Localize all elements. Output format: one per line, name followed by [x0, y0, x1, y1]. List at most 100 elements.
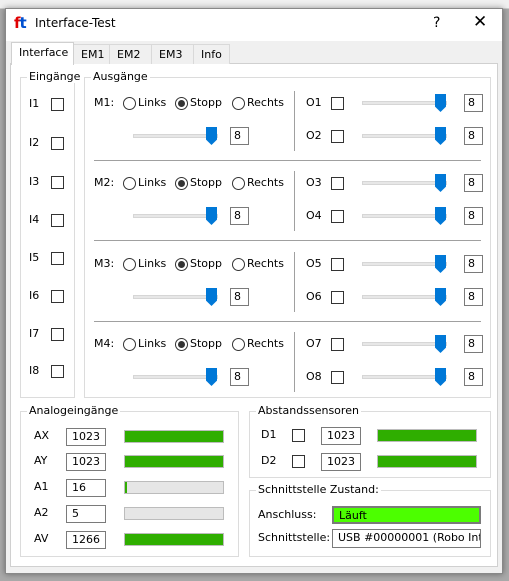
radio-label: Stopp [190, 257, 222, 270]
output-o1-slider-value[interactable]: 8 [464, 94, 483, 112]
input-checkbox-i5[interactable] [51, 252, 64, 265]
tab-em1[interactable]: EM1 [73, 44, 110, 64]
analog-label: A1 [34, 480, 49, 493]
motor-2-radio-stopp[interactable] [175, 177, 188, 190]
output-o1-slider-track [362, 101, 447, 105]
output-checkbox-o2[interactable] [331, 130, 344, 143]
analog-group-title: Analogeingänge [27, 404, 121, 417]
output-checkbox-o3[interactable] [331, 177, 344, 190]
tab-em3[interactable]: EM3 [151, 44, 194, 64]
output-label: O7 [306, 337, 322, 350]
vertical-separator [294, 332, 295, 392]
output-o7-slider-value[interactable]: 8 [464, 335, 483, 353]
motor-3-radio-links[interactable] [123, 258, 136, 271]
output-label: O3 [306, 176, 322, 189]
input-checkbox-i1[interactable] [51, 98, 64, 111]
output-checkbox-o7[interactable] [331, 338, 344, 351]
distance-group-title: Abstandssensoren [256, 404, 361, 417]
distance-checkbox-d2[interactable] [292, 455, 305, 468]
status-group-title: Schnittstelle Zustand: [256, 483, 381, 496]
dialog-window: ft Interface-Test ? ✕ Eingänge I1 I2 I3 I4 I5… [5, 8, 503, 574]
output-checkbox-o6[interactable] [331, 291, 344, 304]
analog-value-a2: 5 [66, 505, 106, 523]
analog-bar-a1 [124, 481, 224, 494]
radio-label: Links [138, 337, 167, 350]
input-checkbox-i6[interactable] [51, 290, 64, 303]
interface-label: Schnittstelle: [258, 531, 331, 544]
motor-3-speed-slider-value[interactable]: 8 [230, 288, 249, 306]
output-o4-slider-value[interactable]: 8 [464, 207, 483, 225]
interface-field: USB #00000001 (Robo Interface) [332, 529, 481, 548]
output-o3-slider-value[interactable]: 8 [464, 174, 483, 192]
analog-label: AV [34, 532, 49, 545]
distance-label: D2 [261, 454, 277, 467]
motor-4-radio-links[interactable] [123, 338, 136, 351]
radio-label: Stopp [190, 96, 222, 109]
input-checkbox-i7[interactable] [51, 328, 64, 341]
radio-label: Rechts [247, 257, 284, 270]
motor-1-radio-stopp[interactable] [175, 97, 188, 110]
bar-fill [125, 431, 223, 442]
output-o2-slider-value[interactable]: 8 [464, 127, 483, 145]
vertical-separator [294, 252, 295, 312]
analog-value-ax: 1023 [66, 428, 106, 446]
output-label: O8 [306, 370, 322, 383]
tab-em2[interactable]: EM2 [109, 44, 152, 64]
motor-3-radio-rechts[interactable] [232, 258, 245, 271]
horizontal-separator [94, 240, 481, 241]
horizontal-separator [94, 160, 481, 161]
input-checkbox-i2[interactable] [51, 137, 64, 150]
help-button[interactable]: ? [433, 15, 440, 31]
output-checkbox-o1[interactable] [331, 97, 344, 110]
output-o4-slider-track [362, 214, 447, 218]
motor-2-radio-links[interactable] [123, 177, 136, 190]
outputs-group-title: Ausgänge [91, 70, 150, 83]
input-label: I4 [29, 213, 40, 226]
output-o6-slider-value[interactable]: 8 [464, 288, 483, 306]
input-checkbox-i3[interactable] [51, 176, 64, 189]
motor-2-radio-rechts[interactable] [232, 177, 245, 190]
motor-3-speed-slider-track [133, 295, 218, 299]
motor-2-speed-slider-value[interactable]: 8 [230, 207, 249, 225]
motor-4-speed-slider-value[interactable]: 8 [230, 368, 249, 386]
input-label: I3 [29, 175, 40, 188]
motor-4-radio-stopp[interactable] [175, 338, 188, 351]
vertical-separator [294, 91, 295, 151]
output-checkbox-o8[interactable] [331, 371, 344, 384]
output-checkbox-o5[interactable] [331, 258, 344, 271]
close-button[interactable]: ✕ [473, 12, 487, 32]
distance-value-d2: 1023 [321, 453, 361, 471]
motor-label: M2: [94, 176, 115, 189]
distance-bar-d2 [377, 455, 477, 468]
output-o2-slider-track [362, 134, 447, 138]
input-label: I7 [29, 327, 40, 340]
motor-3-radio-stopp[interactable] [175, 258, 188, 271]
output-o5-slider-track [362, 262, 447, 266]
motor-1-radio-rechts[interactable] [232, 97, 245, 110]
tab-interface[interactable]: Interface [11, 42, 74, 65]
distance-checkbox-d1[interactable] [292, 429, 305, 442]
output-label: O4 [306, 209, 322, 222]
analog-label: AX [34, 429, 50, 442]
connection-label: Anschluss: [258, 508, 317, 521]
motor-1-speed-slider-value[interactable]: 8 [230, 127, 249, 145]
inputs-group: Eingänge [20, 70, 83, 398]
radio-label: Links [138, 257, 167, 270]
analog-bar-ay [124, 455, 224, 468]
app-logo-icon: ft [14, 14, 27, 32]
radio-label: Links [138, 96, 167, 109]
distance-bar-d1 [377, 429, 477, 442]
output-o5-slider-value[interactable]: 8 [464, 255, 483, 273]
input-label: I1 [29, 97, 40, 110]
output-checkbox-o4[interactable] [331, 210, 344, 223]
motor-1-radio-links[interactable] [123, 97, 136, 110]
output-o8-slider-value[interactable]: 8 [464, 368, 483, 386]
tab-info[interactable]: Info [193, 44, 230, 64]
input-checkbox-i8[interactable] [51, 365, 64, 378]
output-label: O2 [306, 129, 322, 142]
bar-fill [378, 456, 476, 467]
input-checkbox-i4[interactable] [51, 214, 64, 227]
input-label: I2 [29, 136, 40, 149]
motor-4-radio-rechts[interactable] [232, 338, 245, 351]
analog-value-ay: 1023 [66, 453, 106, 471]
